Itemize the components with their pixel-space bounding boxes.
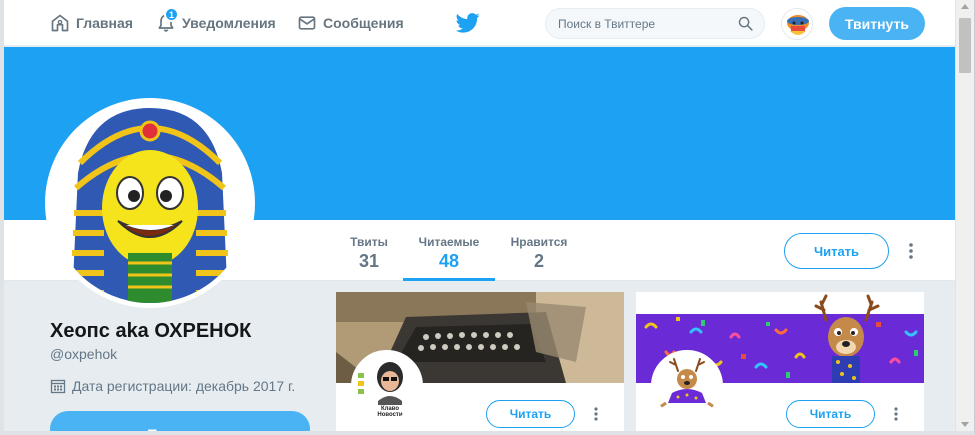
card-follow-button[interactable]: Читать	[486, 400, 575, 428]
more-vertical-icon[interactable]	[905, 242, 917, 260]
stat-following[interactable]: Читаемые 48	[403, 220, 495, 281]
more-vertical-icon[interactable]	[892, 406, 900, 422]
join-date-text: Дата регистрации: декабрь 2017 г.	[72, 378, 296, 394]
stat-following-value: 48	[438, 251, 460, 271]
tweet-button-top[interactable]: Твитнуть	[829, 7, 925, 40]
search-box	[545, 8, 765, 39]
stat-tweets-label: Твиты	[350, 235, 388, 249]
envelope-icon	[298, 16, 316, 30]
account-avatar[interactable]	[781, 8, 813, 40]
nav-notifications[interactable]: 1 Уведомления	[156, 0, 276, 46]
pharaoh-avatar-image	[50, 103, 250, 303]
scroll-down-arrow-icon[interactable]	[961, 422, 969, 427]
stat-likes-value: 2	[533, 251, 544, 271]
calendar-icon	[50, 379, 66, 394]
nav-home[interactable]: Главная	[50, 0, 133, 46]
stat-following-label: Читаемые	[418, 235, 480, 249]
follow-button[interactable]: Читать	[784, 233, 889, 269]
card-avatar[interactable]	[651, 350, 723, 422]
top-navigation: Главная 1 Уведомления Сообщения Твитнуть	[4, 0, 955, 46]
following-card[interactable]: Читать	[636, 292, 924, 432]
tweet-button-profile[interactable]: Твитнуть	[50, 411, 310, 435]
search-input[interactable]	[558, 9, 728, 38]
profile-avatar[interactable]	[45, 98, 255, 308]
following-card[interactable]: Клаво Новости Читать	[336, 292, 624, 432]
stat-likes-label: Нравится	[510, 235, 568, 249]
twitter-bird-icon[interactable]	[456, 12, 480, 34]
home-icon	[51, 14, 69, 32]
stat-tweets-value: 31	[358, 251, 380, 271]
card-follow-button[interactable]: Читать	[786, 400, 875, 428]
card-avatar-text-line2: Новости	[377, 412, 402, 418]
scroll-up-arrow-icon[interactable]	[961, 4, 969, 9]
nav-messages[interactable]: Сообщения	[297, 0, 404, 46]
account-avatar-image	[782, 9, 812, 39]
search-icon[interactable]	[737, 15, 754, 32]
vertical-scrollbar[interactable]	[955, 0, 974, 431]
notifications-badge: 1	[164, 7, 180, 22]
scrollbar-thumb[interactable]	[959, 18, 971, 73]
join-date: Дата регистрации: декабрь 2017 г.	[50, 378, 295, 394]
stat-tweets[interactable]: Твиты 31	[339, 220, 399, 281]
more-vertical-icon[interactable]	[592, 406, 600, 422]
nav-notifications-label: Уведомления	[182, 15, 276, 31]
stat-likes[interactable]: Нравится 2	[504, 220, 574, 281]
profile-name: Хеопс aka ОХРЕНОК	[50, 320, 252, 342]
card-avatar[interactable]: Клаво Новости	[351, 350, 423, 422]
nav-messages-label: Сообщения	[323, 15, 404, 31]
nav-home-label: Главная	[76, 15, 133, 31]
profile-handle[interactable]: @oxpehok	[50, 346, 117, 362]
